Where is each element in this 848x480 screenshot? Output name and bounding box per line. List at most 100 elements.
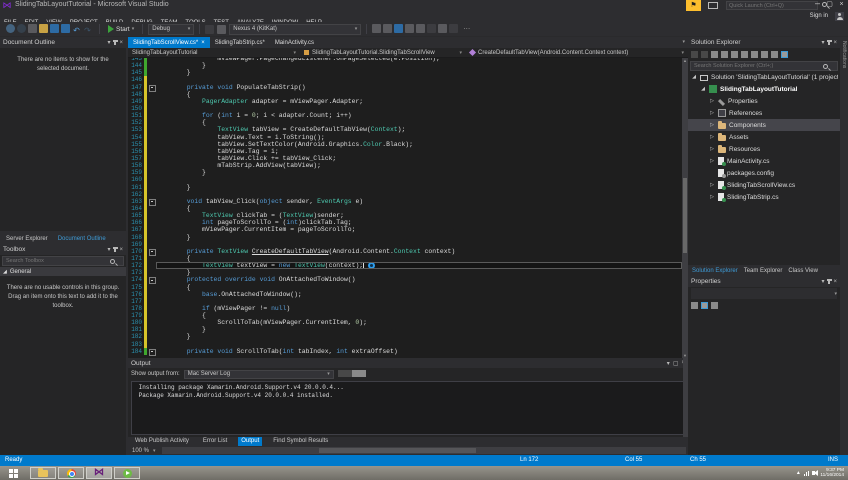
redo-icon[interactable]: ↷ <box>83 26 92 35</box>
editor-tab-slidingtabscrollview-cs[interactable]: SlidingTabScrollView.cs* × <box>128 37 210 48</box>
tree-item-solution-slidingtablayouttutorial-1-project[interactable]: ◢ Solution 'SlidingTabLayoutTutorial' (1 … <box>688 71 840 83</box>
output-header[interactable]: Output ▾ ▢ × <box>128 358 688 368</box>
notifications-flag-icon[interactable]: ⚑ <box>686 0 701 11</box>
fold-toggle-icon[interactable] <box>147 348 156 356</box>
code-line-154[interactable]: 154 tabView.Text = i.ToString(); <box>128 133 682 141</box>
member-dropdown[interactable]: CreateDefaultTabView(Android.Content.Con… <box>466 48 688 57</box>
code-line-177[interactable]: 177 <box>128 297 682 305</box>
pin-icon[interactable] <box>826 279 832 284</box>
dock-tab-class-view[interactable]: Class View <box>788 268 818 274</box>
code-line-165[interactable]: 165 TextView clickTab = (TextView)sender… <box>128 212 682 220</box>
code-line-168[interactable]: 168 } <box>128 233 682 241</box>
tree-item-mainactivity-cs[interactable]: ▷ MainActivity.cs <box>688 155 840 167</box>
find-next-icon[interactable] <box>344 369 352 377</box>
back-icon[interactable] <box>691 51 698 58</box>
code-line-166[interactable]: 166 int pageToScrollTo = (int)clickTab.T… <box>128 219 682 227</box>
code-line-150[interactable]: 150 <box>128 104 682 113</box>
attach-icon[interactable] <box>205 24 215 34</box>
fold-toggle-icon[interactable] <box>147 248 156 256</box>
taskbar-player-button[interactable] <box>114 467 140 479</box>
speaker-icon[interactable] <box>812 469 819 476</box>
feedback-monitor-icon[interactable] <box>708 2 718 9</box>
fold-toggle-icon[interactable] <box>147 198 156 206</box>
device-log-icon[interactable] <box>405 24 415 33</box>
dock-tab-web-publish-activity[interactable]: Web Publish Activity <box>132 437 192 446</box>
toolbox-search[interactable] <box>2 256 124 266</box>
editor-tab-mainactivity-cs[interactable]: MainActivity.cs <box>270 37 319 48</box>
tree-expand-icon[interactable]: ▷ <box>709 182 715 188</box>
fold-toggle-icon[interactable] <box>147 84 156 92</box>
property-pages-icon[interactable] <box>711 302 718 309</box>
code-line-180[interactable]: 180 ScrollToTab(mViewPager.CurrentItem, … <box>128 319 682 327</box>
new-project-icon[interactable] <box>28 24 37 33</box>
code-line-162[interactable]: 162 <box>128 190 682 198</box>
code-line-173[interactable]: 173 } <box>128 269 682 277</box>
tree-expand-icon[interactable]: ▷ <box>709 158 715 164</box>
bookmark-icon[interactable] <box>427 24 437 33</box>
tree-item-properties[interactable]: ▷ Properties <box>688 95 840 107</box>
code-line-153[interactable]: 153 TextView tabView = CreateDefaultTabV… <box>128 126 682 134</box>
close-icon[interactable]: × <box>119 247 123 253</box>
close-icon[interactable]: × <box>119 40 123 46</box>
type-dropdown[interactable]: SlidingTabLayoutTutorial.SlidingTabScrol… <box>300 48 466 57</box>
code-line-160[interactable]: 160 <box>128 176 682 184</box>
solution-explorer-search-input[interactable] <box>691 63 832 69</box>
tree-item-slidingtablayouttutorial[interactable]: ◢ SlidingTabLayoutTutorial <box>688 83 840 95</box>
close-icon[interactable]: × <box>833 40 837 46</box>
maximize-button[interactable]: ▢ <box>824 0 835 10</box>
refresh-icon[interactable] <box>751 51 758 58</box>
code-line-147[interactable]: 147 private void PopulateTabStrip() <box>128 83 682 92</box>
code-line-151[interactable]: 151 for (int i = 0; i < adapter.Count; i… <box>128 112 682 120</box>
tree-item-slidingtabstrip-cs[interactable]: ▷ SlidingTabStrip.cs <box>688 191 840 203</box>
save-all-icon[interactable] <box>61 24 70 33</box>
tree-item-assets[interactable]: ▷ Assets <box>688 131 840 143</box>
taskbar-visual-studio-button[interactable]: ⋈ <box>86 467 112 479</box>
code-line-148[interactable]: 148 { <box>128 90 682 98</box>
tree-expand-icon[interactable]: ▷ <box>709 122 715 128</box>
properties-header[interactable]: Properties ▾ × <box>688 276 840 287</box>
navigate-icon[interactable] <box>438 24 448 33</box>
undo-icon[interactable]: ↶ <box>72 26 81 35</box>
document-outline-header[interactable]: Document Outline ▾ × <box>0 37 126 48</box>
open-file-icon[interactable] <box>39 24 48 33</box>
code-line-164[interactable]: 164 { <box>128 204 682 213</box>
user-account-icon[interactable] <box>835 12 844 21</box>
tree-collapse-icon[interactable]: ◢ <box>700 86 706 92</box>
window-position-icon[interactable]: ▾ <box>821 278 824 285</box>
toggle-word-wrap-icon[interactable] <box>358 369 366 377</box>
code-line-174[interactable]: 174 protected override void OnAttachedTo… <box>128 276 682 285</box>
sdk-manager-icon[interactable] <box>394 24 404 33</box>
code-line-144[interactable]: 144 } <box>128 62 682 70</box>
tree-item-components[interactable]: ▷ Components <box>688 119 840 131</box>
code-line-155[interactable]: 155 tabView.SetTextColor(Android.Graphic… <box>128 140 682 148</box>
tree-item-references[interactable]: ▷ References <box>688 107 840 119</box>
collapse-all-icon[interactable] <box>721 51 728 58</box>
close-icon[interactable]: × <box>833 279 837 285</box>
toolbox-search-input[interactable] <box>3 258 118 264</box>
editor-zoom-dropdown[interactable]: 100 % ▾ <box>128 448 160 454</box>
close-button[interactable]: × <box>836 0 847 10</box>
code-line-156[interactable]: 156 tabView.Tag = i; <box>128 147 682 155</box>
code-line-183[interactable]: 183 <box>128 340 682 348</box>
clear-all-icon[interactable] <box>351 369 359 377</box>
window-position-icon[interactable]: ▾ <box>821 39 824 46</box>
pin-icon[interactable] <box>112 40 118 45</box>
tree-expand-icon[interactable]: ▷ <box>709 194 715 200</box>
tree-item-packages-config[interactable]: packages.config <box>688 167 840 179</box>
filter-icon[interactable] <box>731 51 738 58</box>
code-line-152[interactable]: 152 { <box>128 119 682 127</box>
output-source-dropdown[interactable]: Mac Server Log ▾ <box>183 369 334 379</box>
project-dropdown[interactable]: SlidingTabLayoutTutorial ▾ <box>128 48 300 57</box>
close-tab-icon[interactable]: × <box>201 40 205 46</box>
forward-icon[interactable] <box>701 51 708 58</box>
taskbar-file-explorer-button[interactable] <box>30 467 56 479</box>
quick-launch-input[interactable] <box>726 1 818 10</box>
start-button[interactable] <box>2 467 24 479</box>
code-line-161[interactable]: 161 } <box>128 183 682 191</box>
save-icon[interactable] <box>50 24 59 33</box>
scrollbar-thumb[interactable] <box>683 178 687 253</box>
start-debug-button[interactable]: Start ▾ <box>105 25 137 33</box>
code-line-181[interactable]: 181 } <box>128 326 682 334</box>
code-line-172[interactable]: 172 TextView textView = new TextView(con… <box>128 262 682 269</box>
window-position-icon[interactable]: ▾ <box>107 39 110 46</box>
